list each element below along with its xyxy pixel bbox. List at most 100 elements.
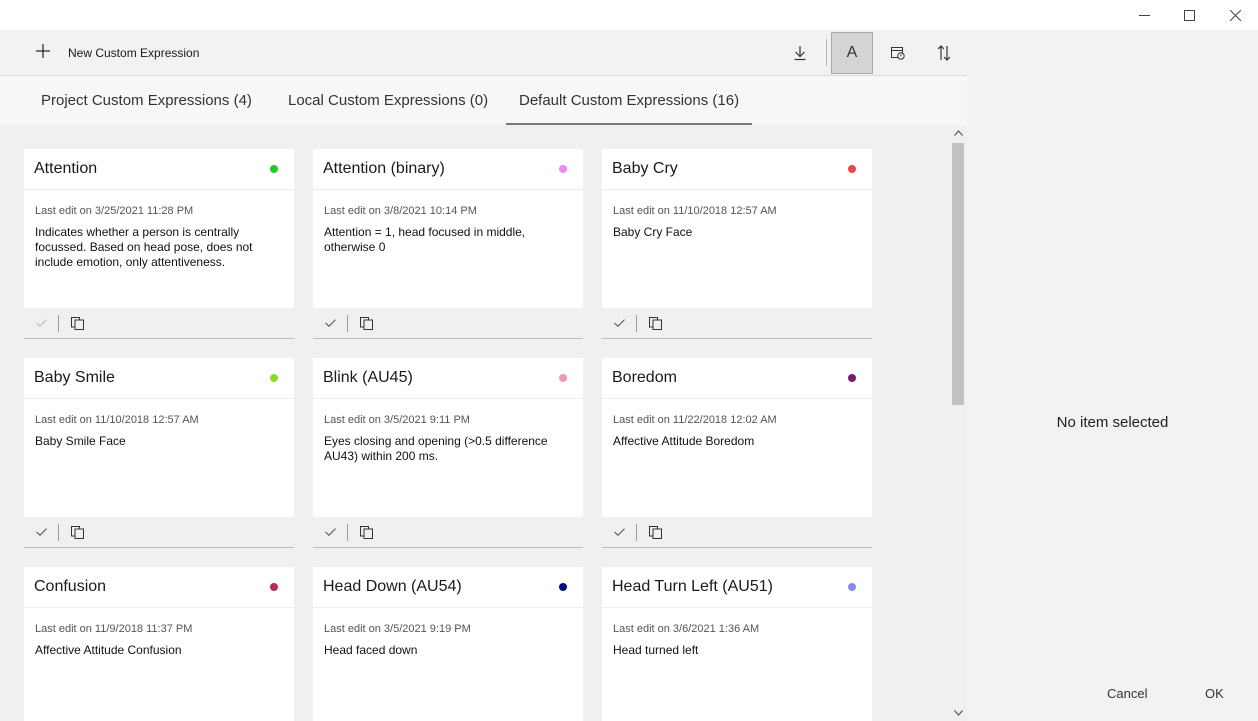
card-header: Attention (binary) bbox=[313, 149, 583, 190]
duplicate-button[interactable] bbox=[359, 316, 373, 330]
last-edit-date: Last edit on 11/10/2018 12:57 AM bbox=[35, 414, 199, 426]
minimize-icon bbox=[1138, 14, 1150, 16]
duplicate-button[interactable] bbox=[648, 316, 662, 330]
card-header: Boredom bbox=[602, 358, 872, 399]
copy-icon bbox=[359, 525, 373, 539]
card-title: Baby Cry bbox=[612, 160, 678, 177]
toolbar: New Custom Expression A bbox=[0, 30, 967, 75]
calendar-icon bbox=[891, 47, 905, 60]
card-header: Attention bbox=[24, 149, 294, 190]
color-indicator-dot bbox=[848, 165, 856, 173]
date-filter-button[interactable] bbox=[877, 32, 919, 74]
card-body: Last edit on 11/22/2018 12:02 AM Affectiv… bbox=[602, 399, 872, 449]
apply-button[interactable] bbox=[313, 316, 347, 330]
card-description: Affective Attitude Confusion bbox=[35, 643, 182, 657]
card-title: Attention bbox=[34, 160, 98, 177]
toolbar-divider bbox=[826, 39, 827, 66]
apply-button[interactable] bbox=[602, 525, 636, 539]
card-description: Head faced down bbox=[324, 643, 418, 657]
expression-card[interactable]: Head Turn Left (AU51) Last edit on 3/6/20… bbox=[602, 567, 872, 721]
expression-card[interactable]: Attention (binary) Last edit on 3/8/2021 … bbox=[313, 149, 583, 339]
card-actions bbox=[602, 308, 872, 339]
duplicate-button[interactable] bbox=[70, 525, 84, 539]
card-description: Attention = 1, head focused in middle, o… bbox=[324, 225, 526, 254]
new-custom-expression-button[interactable]: New Custom Expression bbox=[30, 38, 199, 67]
card-title: Boredom bbox=[612, 369, 677, 386]
checkmark-icon bbox=[613, 319, 625, 327]
action-divider bbox=[58, 314, 59, 332]
card-description: Baby Smile Face bbox=[35, 434, 126, 448]
copy-icon bbox=[70, 316, 84, 330]
minimize-button[interactable] bbox=[1121, 0, 1167, 30]
card-body: Last edit on 11/9/2018 11:37 PM Affective… bbox=[24, 608, 294, 658]
card-body: Last edit on 3/5/2021 9:11 PM Eyes closin… bbox=[313, 399, 583, 464]
apply-button[interactable] bbox=[602, 316, 636, 330]
card-header: Head Turn Left (AU51) bbox=[602, 567, 872, 608]
card-header: Baby Cry bbox=[602, 149, 872, 190]
card-title: Baby Smile bbox=[34, 369, 115, 386]
action-divider bbox=[636, 523, 637, 541]
card-description: Baby Cry Face bbox=[613, 225, 693, 239]
checkmark-icon bbox=[324, 528, 336, 536]
color-indicator-dot bbox=[848, 583, 856, 591]
card-body: Last edit on 3/8/2021 10:14 PM Attention … bbox=[313, 190, 583, 255]
last-edit-date: Last edit on 3/25/2021 11:28 PM bbox=[35, 205, 194, 217]
scroll-up-button[interactable] bbox=[950, 127, 967, 139]
expression-card[interactable]: Baby Cry Last edit on 11/10/2018 12:57 AM… bbox=[602, 149, 872, 339]
new-custom-expression-label: New Custom Expression bbox=[68, 45, 200, 60]
expression-card[interactable]: Baby Smile Last edit on 11/10/2018 12:57 … bbox=[24, 358, 294, 548]
sort-button[interactable] bbox=[923, 32, 965, 74]
font-button[interactable]: A bbox=[831, 32, 873, 74]
vertical-scrollbar[interactable] bbox=[950, 125, 967, 721]
last-edit-date: Last edit on 11/9/2018 11:37 PM bbox=[35, 623, 193, 635]
card-body: Last edit on 11/10/2018 12:57 AM Baby Cry… bbox=[602, 190, 872, 240]
expression-card[interactable]: Blink (AU45) Last edit on 3/5/2021 9:11 P… bbox=[313, 358, 583, 548]
duplicate-button[interactable] bbox=[359, 525, 373, 539]
color-indicator-dot bbox=[270, 374, 278, 382]
scrollbar-thumb[interactable] bbox=[952, 143, 964, 405]
apply-button[interactable] bbox=[24, 316, 58, 330]
tab-local-custom-expressions[interactable]: Local Custom Expressions (0) bbox=[275, 76, 501, 125]
duplicate-button[interactable] bbox=[70, 316, 84, 330]
card-body: Last edit on 3/6/2021 1:36 AM Head turned… bbox=[602, 608, 872, 658]
card-actions bbox=[313, 517, 583, 548]
card-actions bbox=[313, 308, 583, 339]
cancel-button[interactable]: Cancel bbox=[1107, 686, 1147, 701]
close-icon bbox=[1229, 9, 1241, 21]
title-bar bbox=[0, 0, 1258, 30]
no-item-selected-text: No item selected bbox=[1056, 414, 1169, 431]
color-indicator-dot bbox=[559, 583, 567, 591]
download-button[interactable] bbox=[779, 32, 821, 74]
expression-card[interactable]: Head Down (AU54) Last edit on 3/5/2021 9:… bbox=[313, 567, 583, 721]
color-indicator-dot bbox=[270, 165, 278, 173]
expression-tabs: Project Custom Expressions (4) Local Cus… bbox=[0, 75, 967, 126]
card-actions bbox=[24, 308, 294, 339]
card-description: Eyes closing and opening (>0.5 differenc… bbox=[324, 434, 548, 463]
font-icon: A bbox=[846, 44, 858, 61]
expression-card[interactable]: Boredom Last edit on 11/22/2018 12:02 AM A… bbox=[602, 358, 872, 548]
ok-button[interactable]: OK bbox=[1205, 686, 1224, 701]
expression-card[interactable]: Confusion Last edit on 11/9/2018 11:37 PM… bbox=[24, 567, 294, 721]
last-edit-date: Last edit on 3/8/2021 10:14 PM bbox=[324, 205, 477, 217]
expression-card[interactable]: Attention Last edit on 3/25/2021 11:28 PM… bbox=[24, 149, 294, 339]
card-description: Indicates whether a person is centrally … bbox=[35, 225, 253, 269]
color-indicator-dot bbox=[559, 165, 567, 173]
duplicate-button[interactable] bbox=[648, 525, 662, 539]
close-button[interactable] bbox=[1212, 0, 1258, 30]
card-actions bbox=[24, 517, 294, 548]
checkmark-icon bbox=[613, 528, 625, 536]
card-title: Head Turn Left (AU51) bbox=[612, 578, 773, 595]
apply-button[interactable] bbox=[313, 525, 347, 539]
card-title: Confusion bbox=[34, 578, 107, 595]
card-description: Head turned left bbox=[613, 643, 699, 657]
last-edit-date: Last edit on 11/10/2018 12:57 AM bbox=[613, 205, 777, 217]
action-divider bbox=[347, 523, 348, 541]
card-title: Head Down (AU54) bbox=[323, 578, 462, 595]
scroll-down-button[interactable] bbox=[950, 707, 967, 719]
tab-project-custom-expressions[interactable]: Project Custom Expressions (4) bbox=[28, 76, 265, 125]
maximize-button[interactable] bbox=[1166, 0, 1212, 30]
copy-icon bbox=[359, 316, 373, 330]
detail-pane: No item selected Cancel OK bbox=[967, 30, 1258, 721]
apply-button[interactable] bbox=[24, 525, 58, 539]
tab-default-custom-expressions[interactable]: Default Custom Expressions (16) bbox=[506, 76, 753, 126]
